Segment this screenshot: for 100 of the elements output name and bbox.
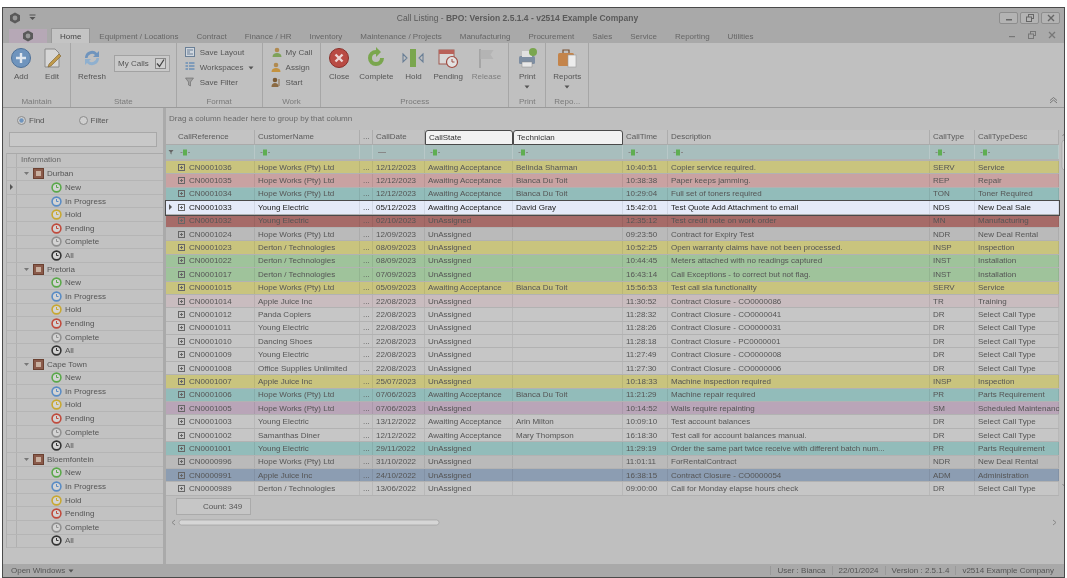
tree-item[interactable]: Pending [65,509,95,519]
ribbon-button[interactable]: Complete [355,46,398,82]
tree-item[interactable]: Pretoria [47,264,75,274]
expand-icon[interactable] [178,284,185,292]
expand-icon[interactable] [178,404,185,412]
horizontal-scrollbar[interactable] [169,517,1059,527]
caret-icon[interactable] [23,360,30,368]
tree-item[interactable]: Hold [65,400,82,410]
caret-icon[interactable] [23,265,30,273]
ribbon-button[interactable]: Save Layout [182,46,256,59]
expand-icon[interactable] [178,364,185,372]
table-row[interactable]: CN0001010 Dancing Shoes ... 22/08/2023 UnAssigned 11:28:18 Contract Closure - PC0000001 DR Select Call Type [166,335,1059,349]
tree-item[interactable]: Complete [65,522,100,532]
tree-item[interactable]: In Progress [65,291,106,301]
tree-item[interactable]: Complete [65,332,100,342]
dash-icon[interactable] [378,150,386,154]
tree-item[interactable]: Complete [65,237,100,247]
ribbon-button[interactable]: Hold [398,46,429,82]
collapse-icon[interactable] [1049,97,1058,104]
expand-icon[interactable] [178,418,185,426]
filter-icon[interactable] [167,149,174,155]
ribbon-button[interactable]: Add [6,46,36,82]
ribbon-tab[interactable]: Contract [187,28,236,43]
tree-item[interactable]: Cape Town [47,359,87,369]
expand-icon[interactable] [178,444,185,452]
ribbon-button[interactable]: Pending [429,46,467,82]
radio-button[interactable] [78,116,88,125]
filter-icon[interactable] [430,148,441,156]
filter-icon[interactable] [628,148,639,156]
table-row[interactable]: CN0001035 Hope Works (Pty) Ltd ... 12/12/2023 Awaiting Acceptance Bianca Du Toit 10:38:38 Paper keeps jamming. REP Repair [166,174,1059,188]
table-row[interactable]: CN0001001 Young Electric ... 29/11/2022 UnAssigned 11:29:19 Order the same part twice receive with different batch num... PR Parts Requirement [166,442,1059,456]
search-field[interactable] [9,132,157,147]
ribbon-tab[interactable]: Maintenance / Projects [351,28,451,43]
tree-item[interactable]: In Progress [65,196,106,206]
ribbon-button[interactable]: My Call [268,46,315,59]
expand-icon[interactable] [178,230,185,238]
application-menu-button[interactable] [9,29,47,43]
tree-item[interactable]: Durban [47,169,74,179]
caret-icon[interactable] [23,170,30,178]
filter-icon[interactable] [980,148,991,156]
table-row[interactable]: CN0001033 Young Electric ... 05/12/2023 Awaiting Acceptance David Gray 15:42:01 Test Quote Add Attachment to email NDS New Deal Sale [166,201,1059,215]
filter-icon[interactable] [260,148,271,156]
radio-label[interactable]: Filter [90,116,109,125]
tree-item[interactable]: New [65,468,81,478]
tree-item[interactable]: Pending [65,223,95,233]
open-windows-menu[interactable]: Open Windows [11,566,75,575]
ribbon-button[interactable]: Reports [549,46,586,91]
expand-icon[interactable] [178,337,185,345]
ribbon-button[interactable]: Close [324,46,355,82]
tree-item[interactable]: Hold [65,305,82,315]
table-row[interactable]: CN0001009 Young Electric ... 22/08/2023 UnAssigned 11:27:49 Contract Closure - CO0000008 DR Select Call Type [166,348,1059,362]
expand-icon[interactable] [178,177,185,185]
ribbon-button[interactable]: Workspaces [182,61,256,74]
tree-item[interactable]: Complete [65,427,100,437]
table-row[interactable]: CN0001012 Panda Copiers ... 22/08/2023 UnAssigned 11:28:32 Contract Closure - CO0000041 DR Select Call Type [166,308,1059,322]
radio-button[interactable] [17,116,26,125]
expand-icon[interactable] [178,270,185,278]
filter-icon[interactable] [673,148,684,156]
ribbon-tab[interactable]: Manufacturing [450,28,520,43]
filter-icon[interactable] [518,148,529,156]
ribbon-button[interactable]: Refresh [74,46,110,82]
tree-item[interactable]: Hold [65,210,82,220]
expand-icon[interactable] [178,257,185,265]
tree-item[interactable]: All [65,346,74,356]
expand-icon[interactable] [178,377,185,385]
expand-icon[interactable] [178,471,185,479]
tree-item[interactable]: Hold [65,495,82,505]
tree-item[interactable]: In Progress [65,386,106,396]
ribbon-tab[interactable]: Utilities [718,28,763,43]
column-header[interactable]: CallState [425,130,513,145]
ribbon-button[interactable]: Start [268,76,315,89]
ribbon-button[interactable]: Print [512,46,543,91]
ribbon-button[interactable]: Assign [268,61,315,74]
expand-icon[interactable] [178,458,185,466]
tree-item[interactable]: Pending [65,414,95,424]
tree-item[interactable]: New [65,278,81,288]
expand-icon[interactable] [178,324,185,332]
dropdown-icon[interactable] [29,14,36,21]
close-icon[interactable] [1048,31,1056,39]
close-button[interactable] [1041,11,1060,24]
table-row[interactable]: CN0001023 Derton / Technologies ... 08/09/2023 UnAssigned 10:52:25 Open warranty claims have not been processed. INSP Inspection [166,241,1059,255]
expand-icon[interactable] [178,163,185,171]
expand-icon[interactable] [178,203,185,211]
tree-item[interactable]: Bloemfontein [47,454,94,464]
expand-icon[interactable] [178,485,185,493]
radio-label[interactable]: Find [29,116,45,125]
table-row[interactable]: CN0001005 Hope Works (Pty) Ltd ... 07/06/2023 UnAssigned 10:14:52 Walls require repainting SM Scheduled Maintenanc [166,402,1059,416]
ribbon-button[interactable]: Edit [37,46,67,82]
table-row[interactable]: CN0001003 Young Electric ... 13/12/2022 Awaiting Acceptance Arin Milton 10:09:10 Test account balances DR Select Call Type [166,415,1059,429]
tree-item[interactable]: In Progress [65,482,106,492]
minimize-button[interactable] [999,11,1018,24]
expand-icon[interactable] [178,297,185,305]
ribbon-tab[interactable]: Inventory [300,28,352,43]
expand-icon[interactable] [178,190,185,198]
tree-item[interactable]: New [65,183,81,192]
tree-item[interactable]: New [65,373,81,383]
tree-item[interactable]: All [65,536,74,546]
ribbon-tab[interactable]: Reporting [665,28,719,43]
caret-icon[interactable] [23,455,30,463]
checkbox[interactable] [154,58,166,69]
